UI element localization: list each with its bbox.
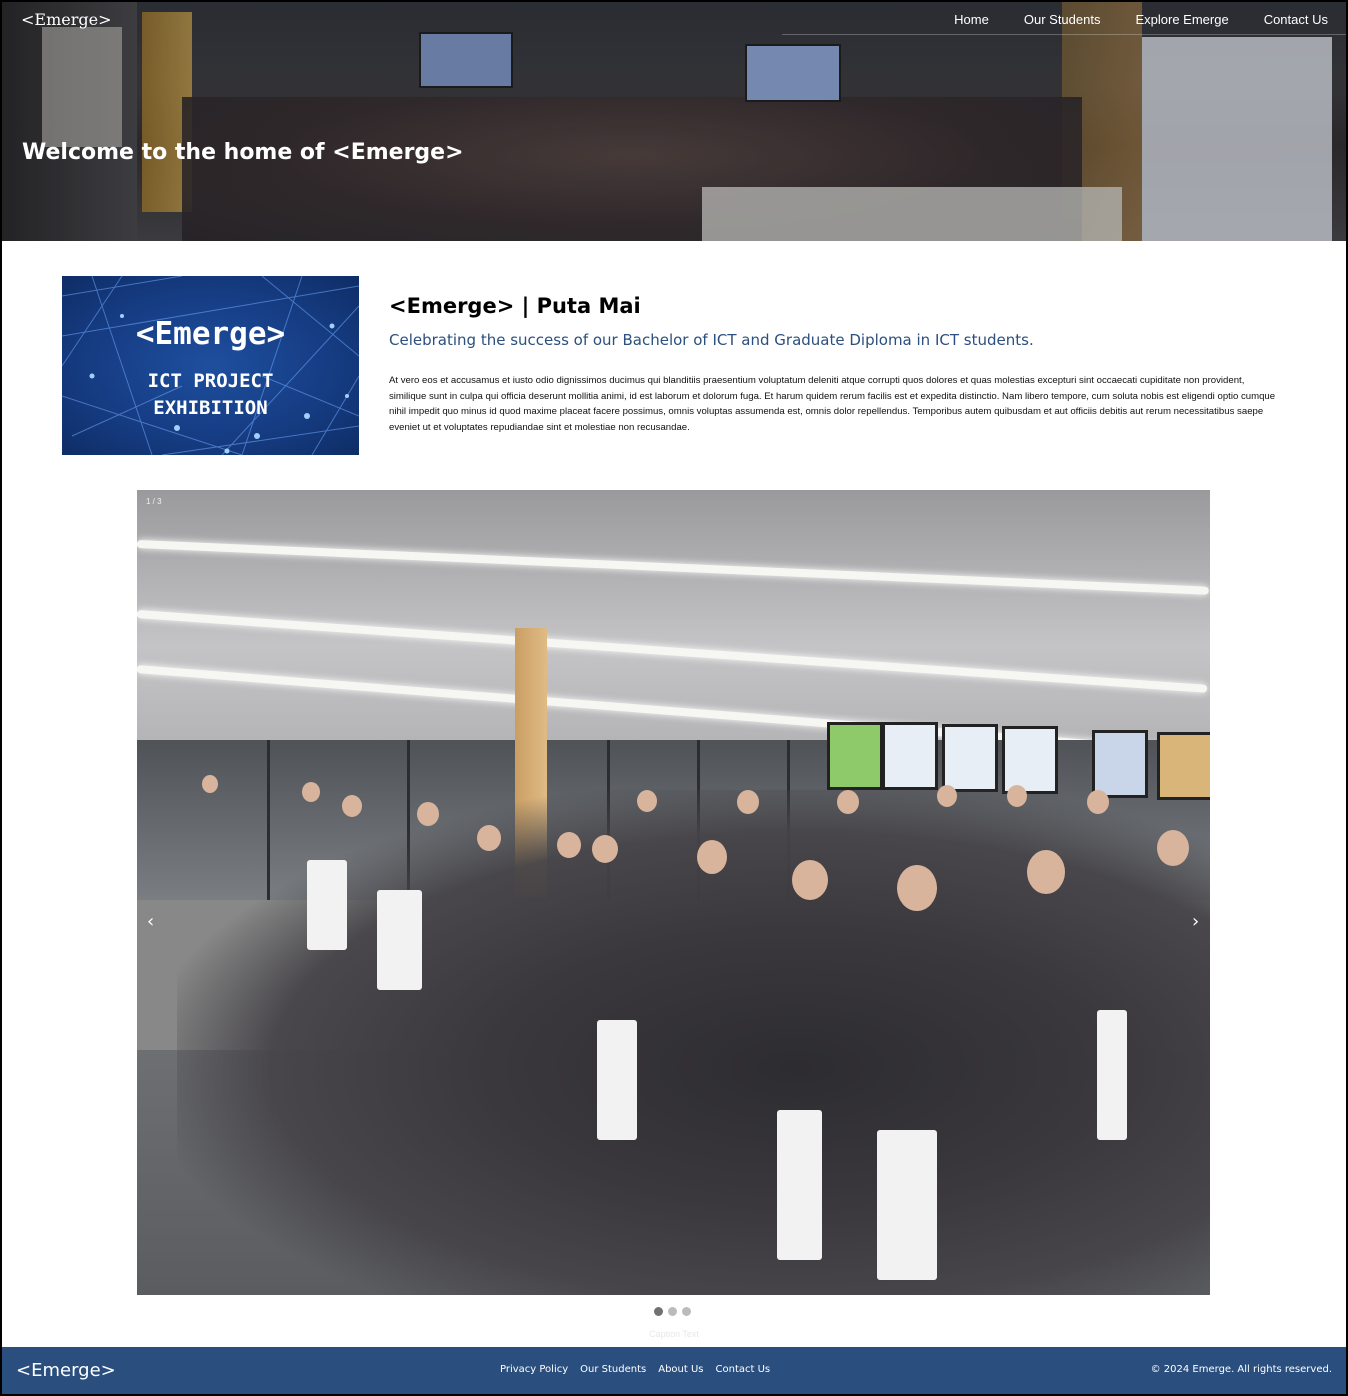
footer-link-our-students[interactable]: Our Students (580, 1364, 646, 1375)
hero-title: Welcome to the home of <Emerge> (22, 140, 464, 165)
nav-explore-emerge[interactable]: Explore Emerge (1135, 12, 1228, 27)
nav-contact-us[interactable]: Contact Us (1264, 12, 1328, 27)
network-lines (62, 276, 359, 455)
footer-link-privacy-policy[interactable]: Privacy Policy (500, 1364, 568, 1375)
hero-banner: <Emerge> Home Our Students Explore Emerg… (2, 2, 1346, 241)
main-nav: Home Our Students Explore Emerge Contact… (919, 12, 1328, 27)
section-title: <Emerge> | Puta Mai (389, 294, 641, 318)
slide-dot-1[interactable] (654, 1307, 663, 1316)
chevron-right-icon[interactable]: › (1192, 912, 1199, 932)
exhibition-logo-image: <Emerge> ICT PROJECT EXHIBITION (62, 276, 359, 455)
footer-link-contact-us[interactable]: Contact Us (716, 1364, 771, 1375)
nav-our-students[interactable]: Our Students (1024, 12, 1101, 27)
page: <Emerge> Home Our Students Explore Emerg… (0, 0, 1348, 1396)
footer-links: Privacy Policy Our Students About Us Con… (500, 1364, 782, 1375)
exhibition-logo-title: <Emerge> (135, 316, 286, 352)
slide-counter: 1 / 3 (146, 497, 162, 506)
footer-copyright: © 2024 Emerge. All rights reserved. (1150, 1364, 1332, 1375)
exhibition-logo-subtitle: ICT PROJECT EXHIBITION (147, 370, 274, 419)
section-body: At vero eos et accusamus et iusto odio d… (389, 375, 1276, 433)
slide-dot-2[interactable] (668, 1307, 677, 1316)
slide-caption: Caption Text (649, 1329, 699, 1339)
footer-link-about-us[interactable]: About Us (658, 1364, 703, 1375)
slideshow-image (137, 490, 1210, 1295)
section-subtitle: Celebrating the success of our Bachelor … (389, 331, 1034, 349)
site-logo[interactable]: <Emerge> (21, 10, 112, 29)
slide-indicators (654, 1307, 691, 1316)
slide-dot-3[interactable] (682, 1307, 691, 1316)
footer-logo[interactable]: <Emerge> (16, 1360, 116, 1381)
chevron-left-icon[interactable]: ‹ (147, 912, 154, 932)
nav-home[interactable]: Home (954, 12, 989, 27)
footer: <Emerge> Privacy Policy Our Students Abo… (2, 1347, 1346, 1394)
